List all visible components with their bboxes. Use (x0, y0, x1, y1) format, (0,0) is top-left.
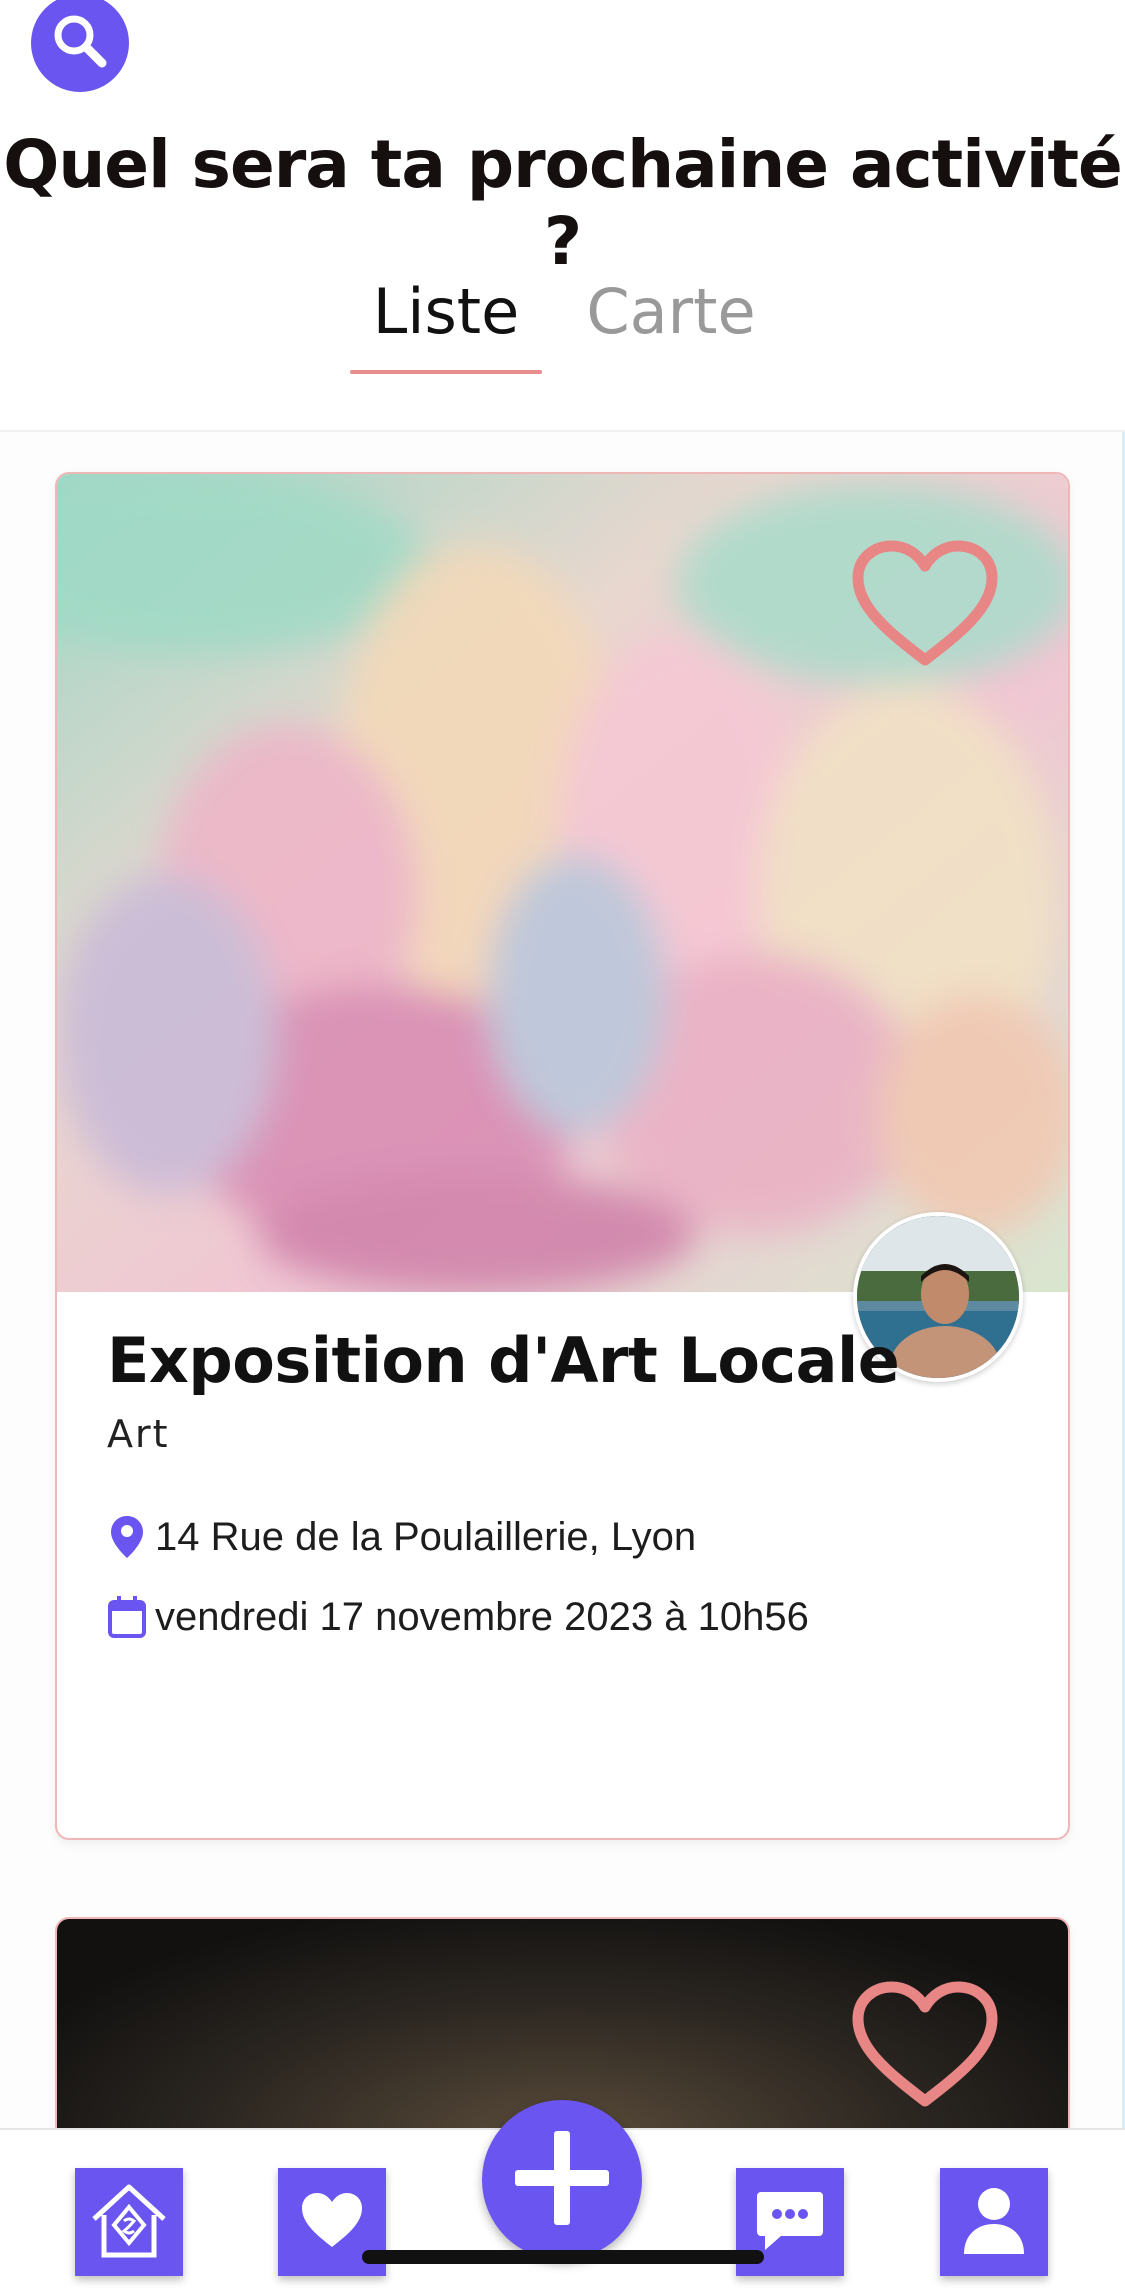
active-tab-indicator (350, 370, 542, 374)
bottom-navigation (0, 2100, 1125, 2290)
map-pin-icon (107, 1514, 147, 1560)
activity-title: Exposition d'Art Locale (107, 1324, 900, 1397)
nav-add-button[interactable] (482, 2100, 642, 2260)
activity-location: 14 Rue de la Poulaillerie, Lyon (107, 1514, 696, 1560)
activity-card[interactable]: Exposition d'Art Locale Art 14 Rue de la… (55, 472, 1070, 1840)
favorite-button[interactable] (850, 1979, 1000, 2111)
activity-category: Art (107, 1412, 170, 1456)
search-button[interactable] (31, 0, 129, 92)
view-tabs: Liste Carte (0, 262, 1125, 382)
calendar-icon (107, 1594, 147, 1640)
favorite-button[interactable] (850, 538, 1000, 670)
plus-icon (507, 2123, 617, 2237)
activity-datetime: vendredi 17 novembre 2023 à 10h56 (155, 1594, 809, 1639)
home-icon (84, 2175, 174, 2269)
page-title: Quel sera ta prochaine activité ? (3, 126, 1123, 280)
chat-icon (755, 2188, 825, 2256)
activity-address: 14 Rue de la Poulaillerie, Lyon (155, 1514, 697, 1559)
nav-home-button[interactable] (75, 2168, 183, 2276)
activity-date: vendredi 17 novembre 2023 à 10h56 (107, 1594, 809, 1640)
home-indicator (362, 2250, 764, 2264)
heart-outline-icon (850, 540, 1000, 674)
heart-outline-icon (850, 1981, 1000, 2115)
user-icon (960, 2184, 1028, 2260)
nav-profile-button[interactable] (940, 2168, 1048, 2276)
activity-feed[interactable]: Exposition d'Art Locale Art 14 Rue de la… (0, 432, 1125, 2142)
search-icon (48, 9, 112, 77)
heart-icon (300, 2191, 364, 2253)
tab-carte[interactable]: Carte (586, 262, 756, 362)
tab-liste[interactable]: Liste (350, 262, 542, 362)
